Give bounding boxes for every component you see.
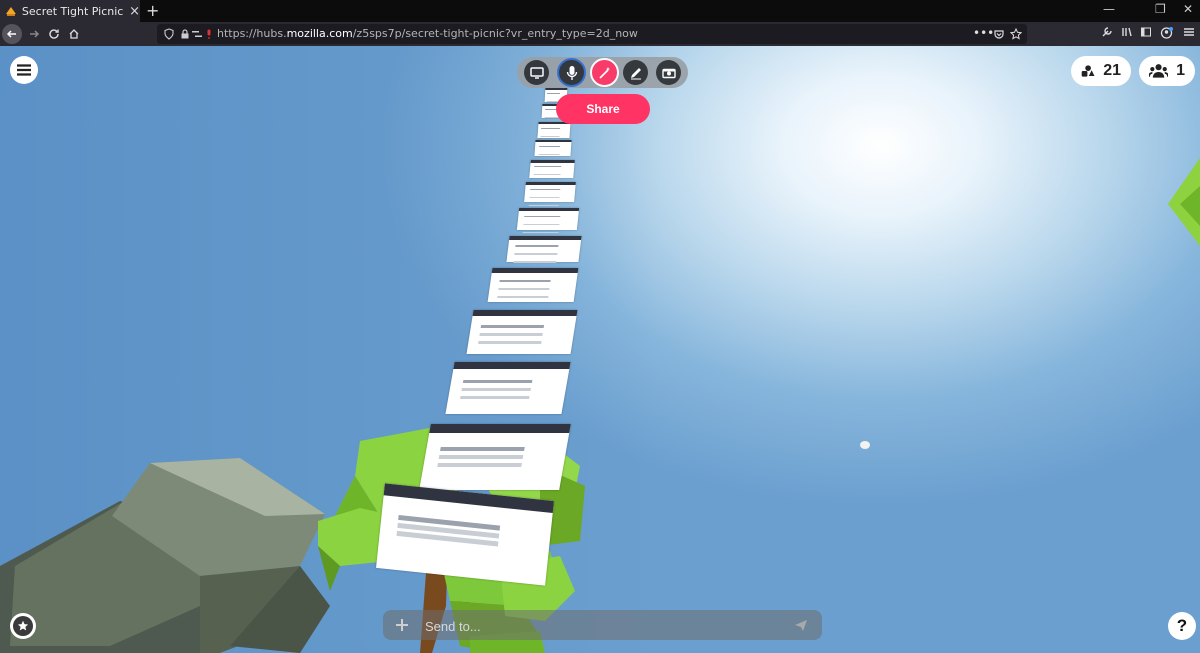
pinned-screenshot[interactable]	[445, 362, 571, 414]
pinned-screenshot[interactable]	[466, 310, 578, 354]
library-icon[interactable]	[1121, 26, 1133, 38]
pinned-screenshot[interactable]	[534, 140, 572, 156]
screen-icon	[529, 66, 544, 79]
tab-strip: Secret Tight Picnic | Hubs by M × + — ❐ …	[0, 0, 1200, 22]
shield-icon[interactable]	[163, 28, 175, 40]
bookmark-star-icon[interactable]	[1010, 28, 1022, 40]
pinned-screenshot[interactable]	[487, 268, 579, 302]
pinned-screenshot[interactable]	[419, 424, 571, 490]
screen-share-button[interactable]	[524, 60, 549, 85]
tab-secret-tight-picnic[interactable]: Secret Tight Picnic | Hubs by M ×	[0, 0, 140, 22]
hud-toolbar	[517, 57, 688, 88]
objects-count: 21	[1103, 62, 1121, 79]
pinned-screenshot[interactable]	[537, 122, 571, 138]
chat-bar	[383, 610, 822, 640]
spawn-object-button[interactable]	[590, 58, 619, 87]
microphone-icon	[566, 65, 577, 80]
magic-wand-icon	[598, 66, 610, 79]
forward-button[interactable]	[24, 24, 44, 44]
chat-input[interactable]	[423, 615, 787, 637]
restore-icon[interactable]: ❐	[1155, 2, 1166, 16]
new-tab-button[interactable]: +	[146, 1, 159, 20]
add-media-icon[interactable]	[395, 618, 409, 632]
tab-title: Secret Tight Picnic | Hubs by M	[21, 4, 125, 18]
minimize-icon[interactable]: —	[1103, 2, 1115, 16]
navigation-toolbar: https://hubs.mozilla.com/z5sps7p/secret-…	[0, 22, 1200, 46]
white-ball-shape	[860, 441, 870, 449]
hubs-3d-scene[interactable]: Share 21 1 ?	[0, 46, 1200, 653]
hamburger-menu-icon[interactable]	[1183, 26, 1195, 38]
home-icon	[69, 29, 79, 39]
address-bar[interactable]: https://hubs.mozilla.com/z5sps7p/secret-…	[157, 24, 1027, 44]
microphone-blocked-icon[interactable]	[203, 28, 215, 40]
favorite-button[interactable]	[10, 613, 36, 639]
pocket-icon[interactable]	[993, 28, 1005, 40]
close-window-icon[interactable]: ✕	[1183, 2, 1193, 16]
hubs-favicon-icon	[5, 7, 16, 16]
forward-arrow-icon	[30, 30, 40, 38]
star-icon	[17, 620, 29, 631]
sidebar-icon[interactable]	[1140, 26, 1152, 38]
people-count: 1	[1176, 62, 1185, 79]
pinned-screenshot[interactable]	[506, 236, 582, 262]
send-icon[interactable]	[794, 618, 808, 632]
reload-button[interactable]	[44, 24, 64, 44]
tab-close-icon[interactable]: ×	[129, 4, 140, 19]
permissions-icon[interactable]	[191, 28, 203, 40]
pinned-screenshot[interactable]	[524, 182, 576, 202]
pinned-screenshot[interactable]	[516, 208, 580, 230]
favorite-icon-wrap	[13, 616, 33, 636]
pinned-screenshot[interactable]	[376, 483, 554, 586]
lock-icon[interactable]	[179, 28, 191, 40]
url-text[interactable]: https://hubs.mozilla.com/z5sps7p/secret-…	[217, 27, 638, 40]
account-icon[interactable]	[1160, 26, 1174, 40]
reload-icon	[49, 29, 59, 39]
pen-icon	[630, 67, 641, 79]
page-actions-menu-icon[interactable]: •••	[973, 26, 994, 40]
wrench-icon[interactable]	[1101, 26, 1113, 38]
camera-button[interactable]	[656, 60, 681, 85]
pinned-screenshot[interactable]	[529, 160, 575, 178]
share-button[interactable]: Share	[556, 94, 650, 124]
hamburger-icon	[17, 64, 31, 76]
people-icon	[1149, 64, 1169, 78]
people-count-button[interactable]: 1	[1139, 56, 1195, 86]
rock-formation	[0, 458, 330, 653]
microphone-button[interactable]	[557, 58, 586, 87]
main-menu-button[interactable]	[10, 56, 38, 84]
scene-geometry	[0, 158, 1200, 653]
home-button[interactable]	[64, 24, 84, 44]
help-button[interactable]: ?	[1168, 612, 1196, 640]
pen-tool-button[interactable]	[623, 60, 648, 85]
camera-icon	[661, 68, 676, 78]
objects-count-button[interactable]: 21	[1071, 56, 1131, 86]
back-arrow-icon	[6, 30, 16, 38]
objects-icon	[1081, 65, 1095, 77]
back-button[interactable]	[2, 24, 22, 44]
